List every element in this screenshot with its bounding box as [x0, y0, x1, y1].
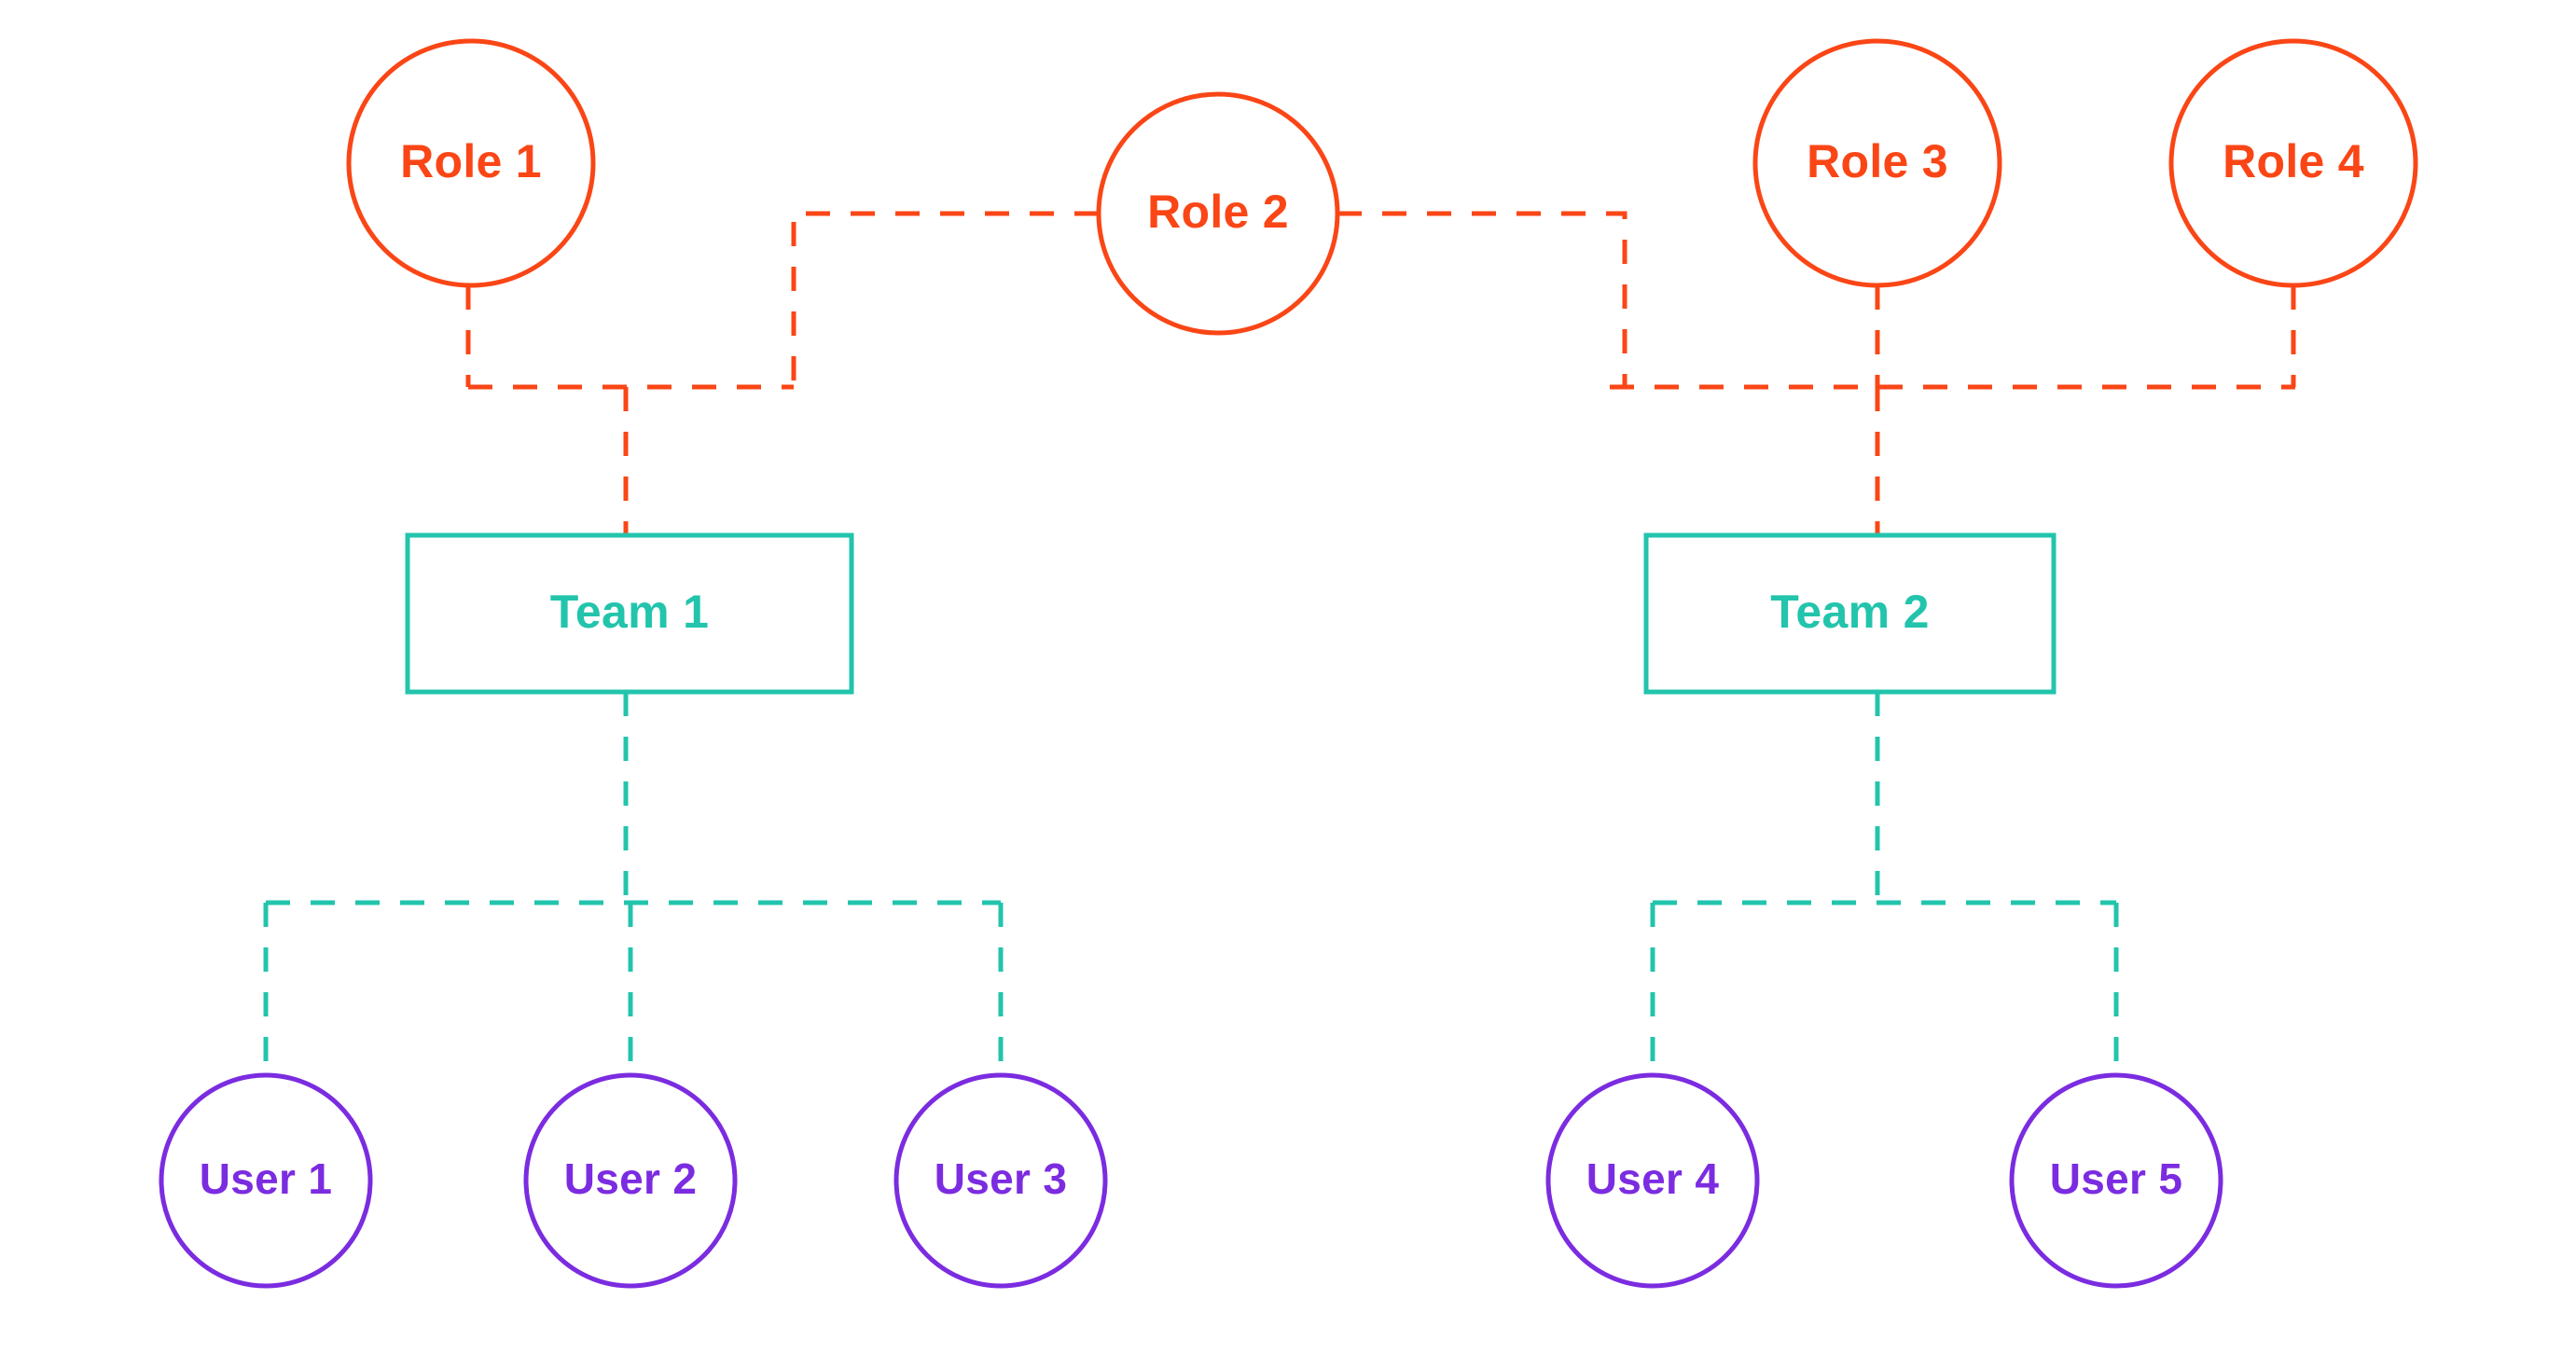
user-node-3[interactable]: User 3 — [893, 1072, 1108, 1289]
org-hierarchy-diagram: Role 1 Role 2 Role 3 Role 4 Team 1 Team 2 Us… — [0, 0, 2576, 1354]
team-label-2: Team 2 — [1770, 586, 1929, 638]
roles-layer: Role 1 Role 2 Role 3 Role 4 — [346, 38, 2418, 336]
edges-layer — [263, 211, 2296, 1075]
users-layer: User 1 User 2 User 3 User 4 User 5 — [159, 1072, 2223, 1289]
user-label-4: User 4 — [1586, 1154, 1720, 1203]
edge-role2-left-bus — [791, 211, 1099, 387]
org-chart-canvas: Role 1 Role 2 Role 3 Role 4 Team 1 Team 2 Us… — [159, 38, 2418, 1289]
role-node-4[interactable]: Role 4 — [2168, 38, 2418, 288]
role-label-2: Role 2 — [1147, 186, 1289, 238]
team-node-1[interactable]: Team 1 — [405, 532, 854, 695]
role-node-1[interactable]: Role 1 — [346, 38, 596, 288]
edge-role2-right-bus — [1337, 211, 1627, 387]
user-label-1: User 1 — [200, 1154, 332, 1203]
user-label-5: User 5 — [2050, 1154, 2182, 1203]
team-label-1: Team 1 — [550, 586, 709, 638]
role-node-3[interactable]: Role 3 — [1752, 38, 2002, 288]
team-node-2[interactable]: Team 2 — [1643, 532, 2057, 695]
role-label-4: Role 4 — [2223, 135, 2364, 187]
role-label-3: Role 3 — [1807, 135, 1948, 187]
user-node-1[interactable]: User 1 — [159, 1072, 373, 1289]
user-node-4[interactable]: User 4 — [1545, 1072, 1760, 1289]
teams-layer: Team 1 Team 2 — [405, 532, 2057, 695]
user-node-2[interactable]: User 2 — [523, 1072, 738, 1289]
role-label-1: Role 1 — [400, 135, 542, 187]
user-node-5[interactable]: User 5 — [2009, 1072, 2223, 1289]
role-node-2[interactable]: Role 2 — [1096, 91, 1340, 336]
user-label-2: User 2 — [564, 1154, 697, 1203]
user-label-3: User 3 — [935, 1154, 1067, 1203]
